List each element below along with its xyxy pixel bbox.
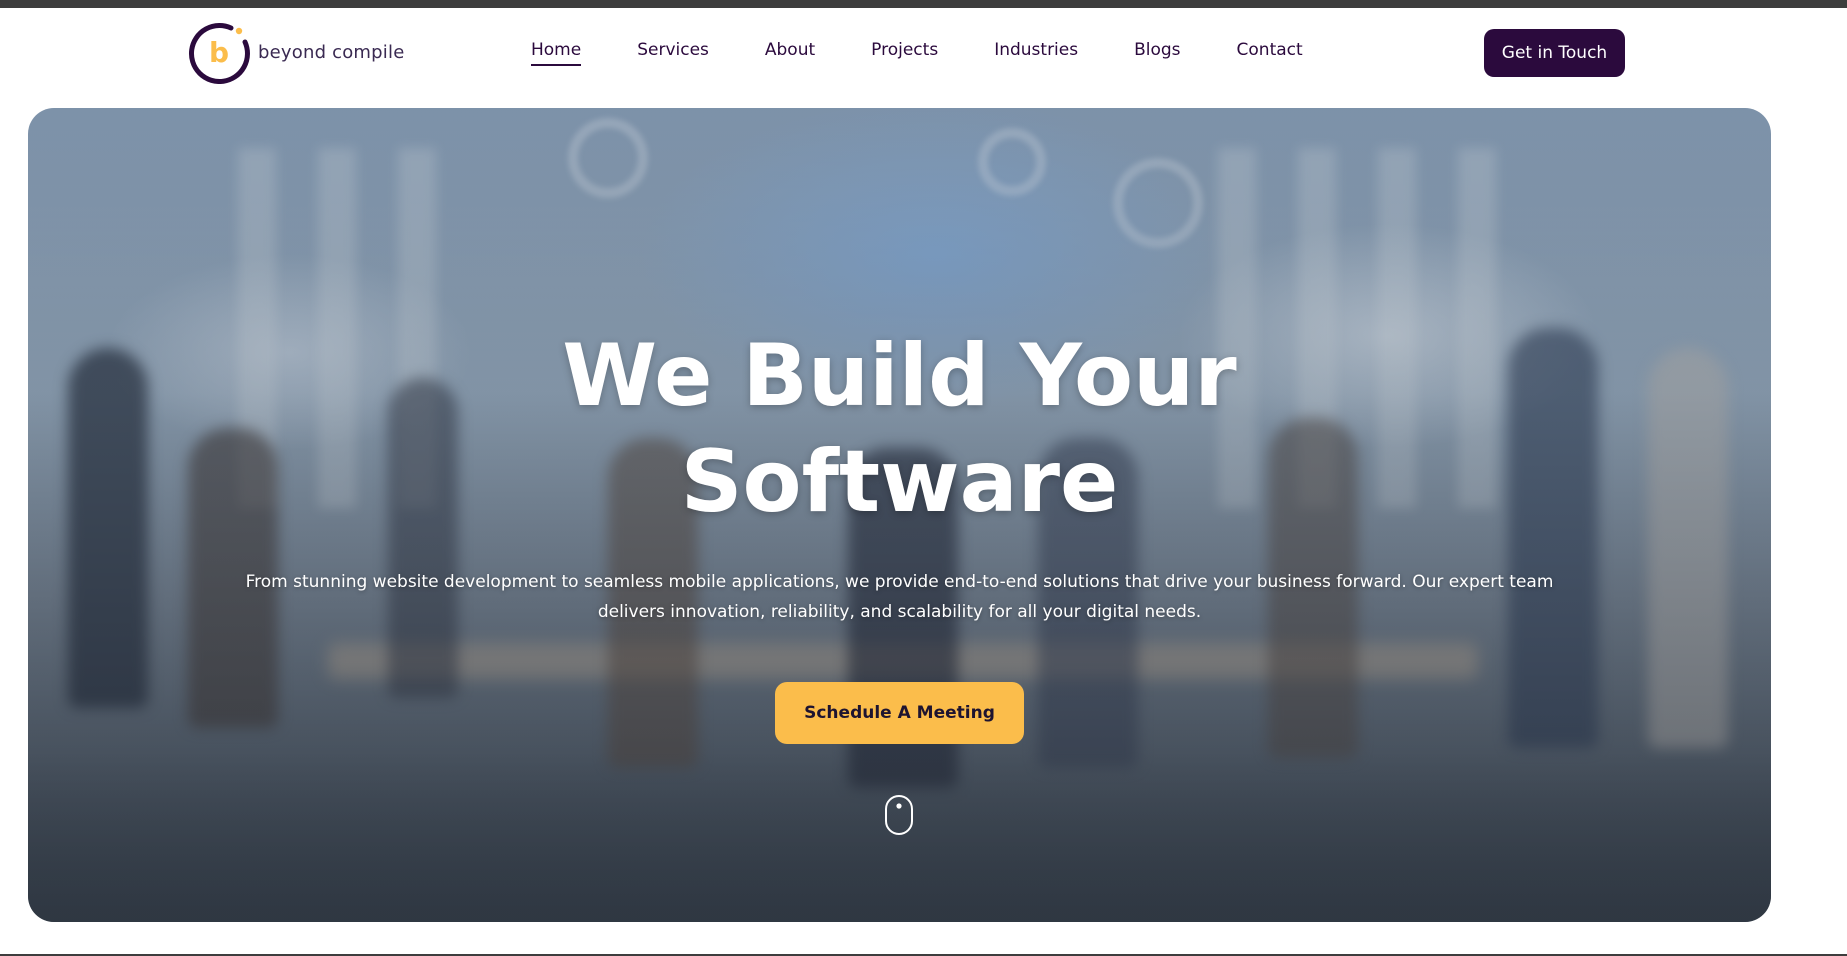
get-in-touch-button[interactable]: Get in Touch: [1484, 29, 1625, 77]
hero-subtitle: From stunning website development to sea…: [245, 572, 1554, 622]
nav-item-home[interactable]: Home: [531, 40, 582, 66]
nav-item-industries[interactable]: Industries: [994, 40, 1078, 66]
nav-item-about[interactable]: About: [765, 40, 815, 66]
brand-logo[interactable]: b beyond compile: [187, 19, 404, 85]
hero-title-line-2: Software: [680, 432, 1119, 532]
hero-title: We Build Your Software: [28, 323, 1771, 535]
nav-item-blogs[interactable]: Blogs: [1134, 40, 1180, 66]
mouse-scroll-icon[interactable]: [884, 794, 914, 836]
nav-item-contact[interactable]: Contact: [1237, 40, 1303, 66]
main-navigation: Home Services About Projects Industries …: [531, 40, 1303, 70]
hero-title-line-1: We Build Your: [562, 326, 1237, 426]
logo-letter: b: [209, 36, 229, 69]
nav-item-projects[interactable]: Projects: [871, 40, 938, 66]
nav-item-services[interactable]: Services: [637, 40, 709, 66]
logo-mark-icon: b: [188, 23, 250, 84]
top-browser-strip: [0, 0, 1847, 8]
brand-name: beyond compile: [258, 41, 405, 63]
schedule-meeting-button[interactable]: Schedule A Meeting: [775, 682, 1024, 744]
hero-section: We Build Your Software From stunning web…: [28, 108, 1771, 922]
